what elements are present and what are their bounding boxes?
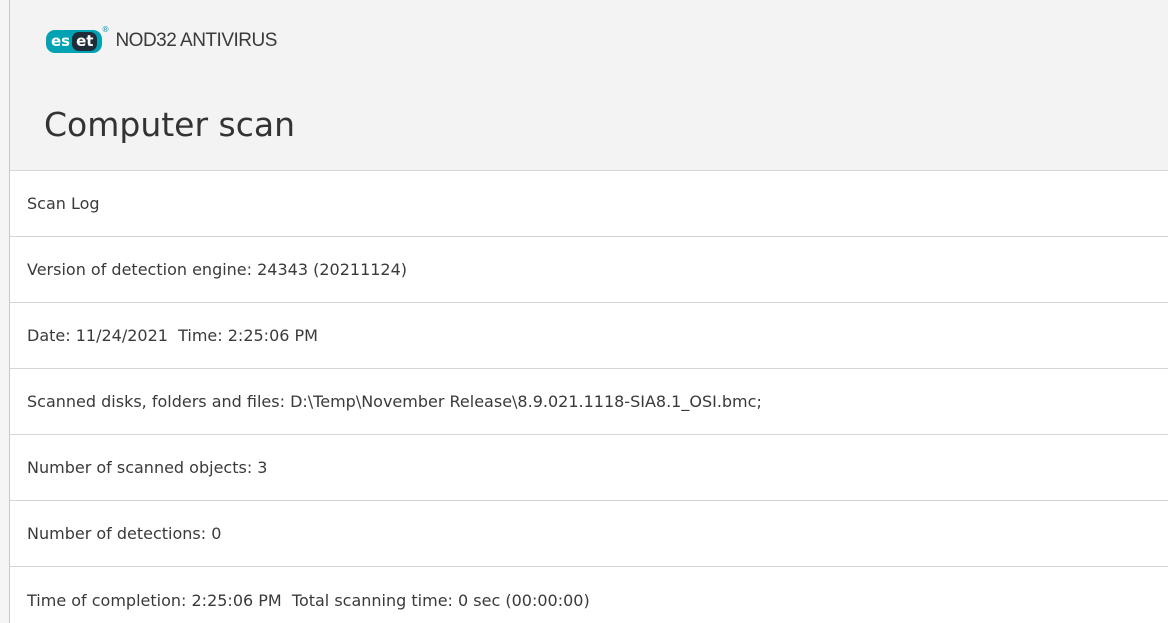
log-line-title: Scan Log — [10, 171, 1168, 237]
eset-logo-text: es et — [51, 30, 98, 53]
log-line-text: Scanned disks, folders and files: D:\Tem… — [27, 392, 762, 411]
log-line-engine-version: Version of detection engine: 24343 (2021… — [10, 237, 1168, 303]
log-line-detections: Number of detections: 0 — [10, 501, 1168, 567]
header: es et ® NOD32 ANTIVIRUS Computer scan — [10, 0, 1168, 170]
log-line-date-time: Date: 11/24/2021 Time: 2:25:06 PM — [10, 303, 1168, 369]
window-left-border — [0, 0, 10, 623]
log-line-text: Scan Log — [27, 194, 100, 213]
registered-mark-icon: ® — [101, 24, 110, 34]
log-line-scanned-objects: Number of scanned objects: 3 — [10, 435, 1168, 501]
log-line-text: Number of detections: 0 — [27, 524, 222, 543]
eset-logo: es et ® — [46, 25, 109, 53]
eset-window: es et ® NOD32 ANTIVIRUS Computer scan Sca… — [0, 0, 1168, 623]
page-title: Computer scan — [44, 105, 296, 144]
log-line-text: Version of detection engine: 24343 (2021… — [27, 260, 408, 279]
log-line-text: Date: 11/24/2021 Time: 2:25:06 PM — [27, 326, 318, 345]
log-line-completion: Time of completion: 2:25:06 PM Total sca… — [10, 567, 1168, 623]
product-name: NOD32 ANTIVIRUS — [115, 30, 277, 51]
log-line-scanned-targets: Scanned disks, folders and files: D:\Tem… — [10, 369, 1168, 435]
brand: es et ® NOD32 ANTIVIRUS — [46, 25, 277, 54]
log-line-text: Time of completion: 2:25:06 PM Total sca… — [27, 590, 590, 610]
log-line-text: Number of scanned objects: 3 — [27, 458, 268, 477]
scan-log: Scan Log Version of detection engine: 24… — [10, 170, 1168, 623]
